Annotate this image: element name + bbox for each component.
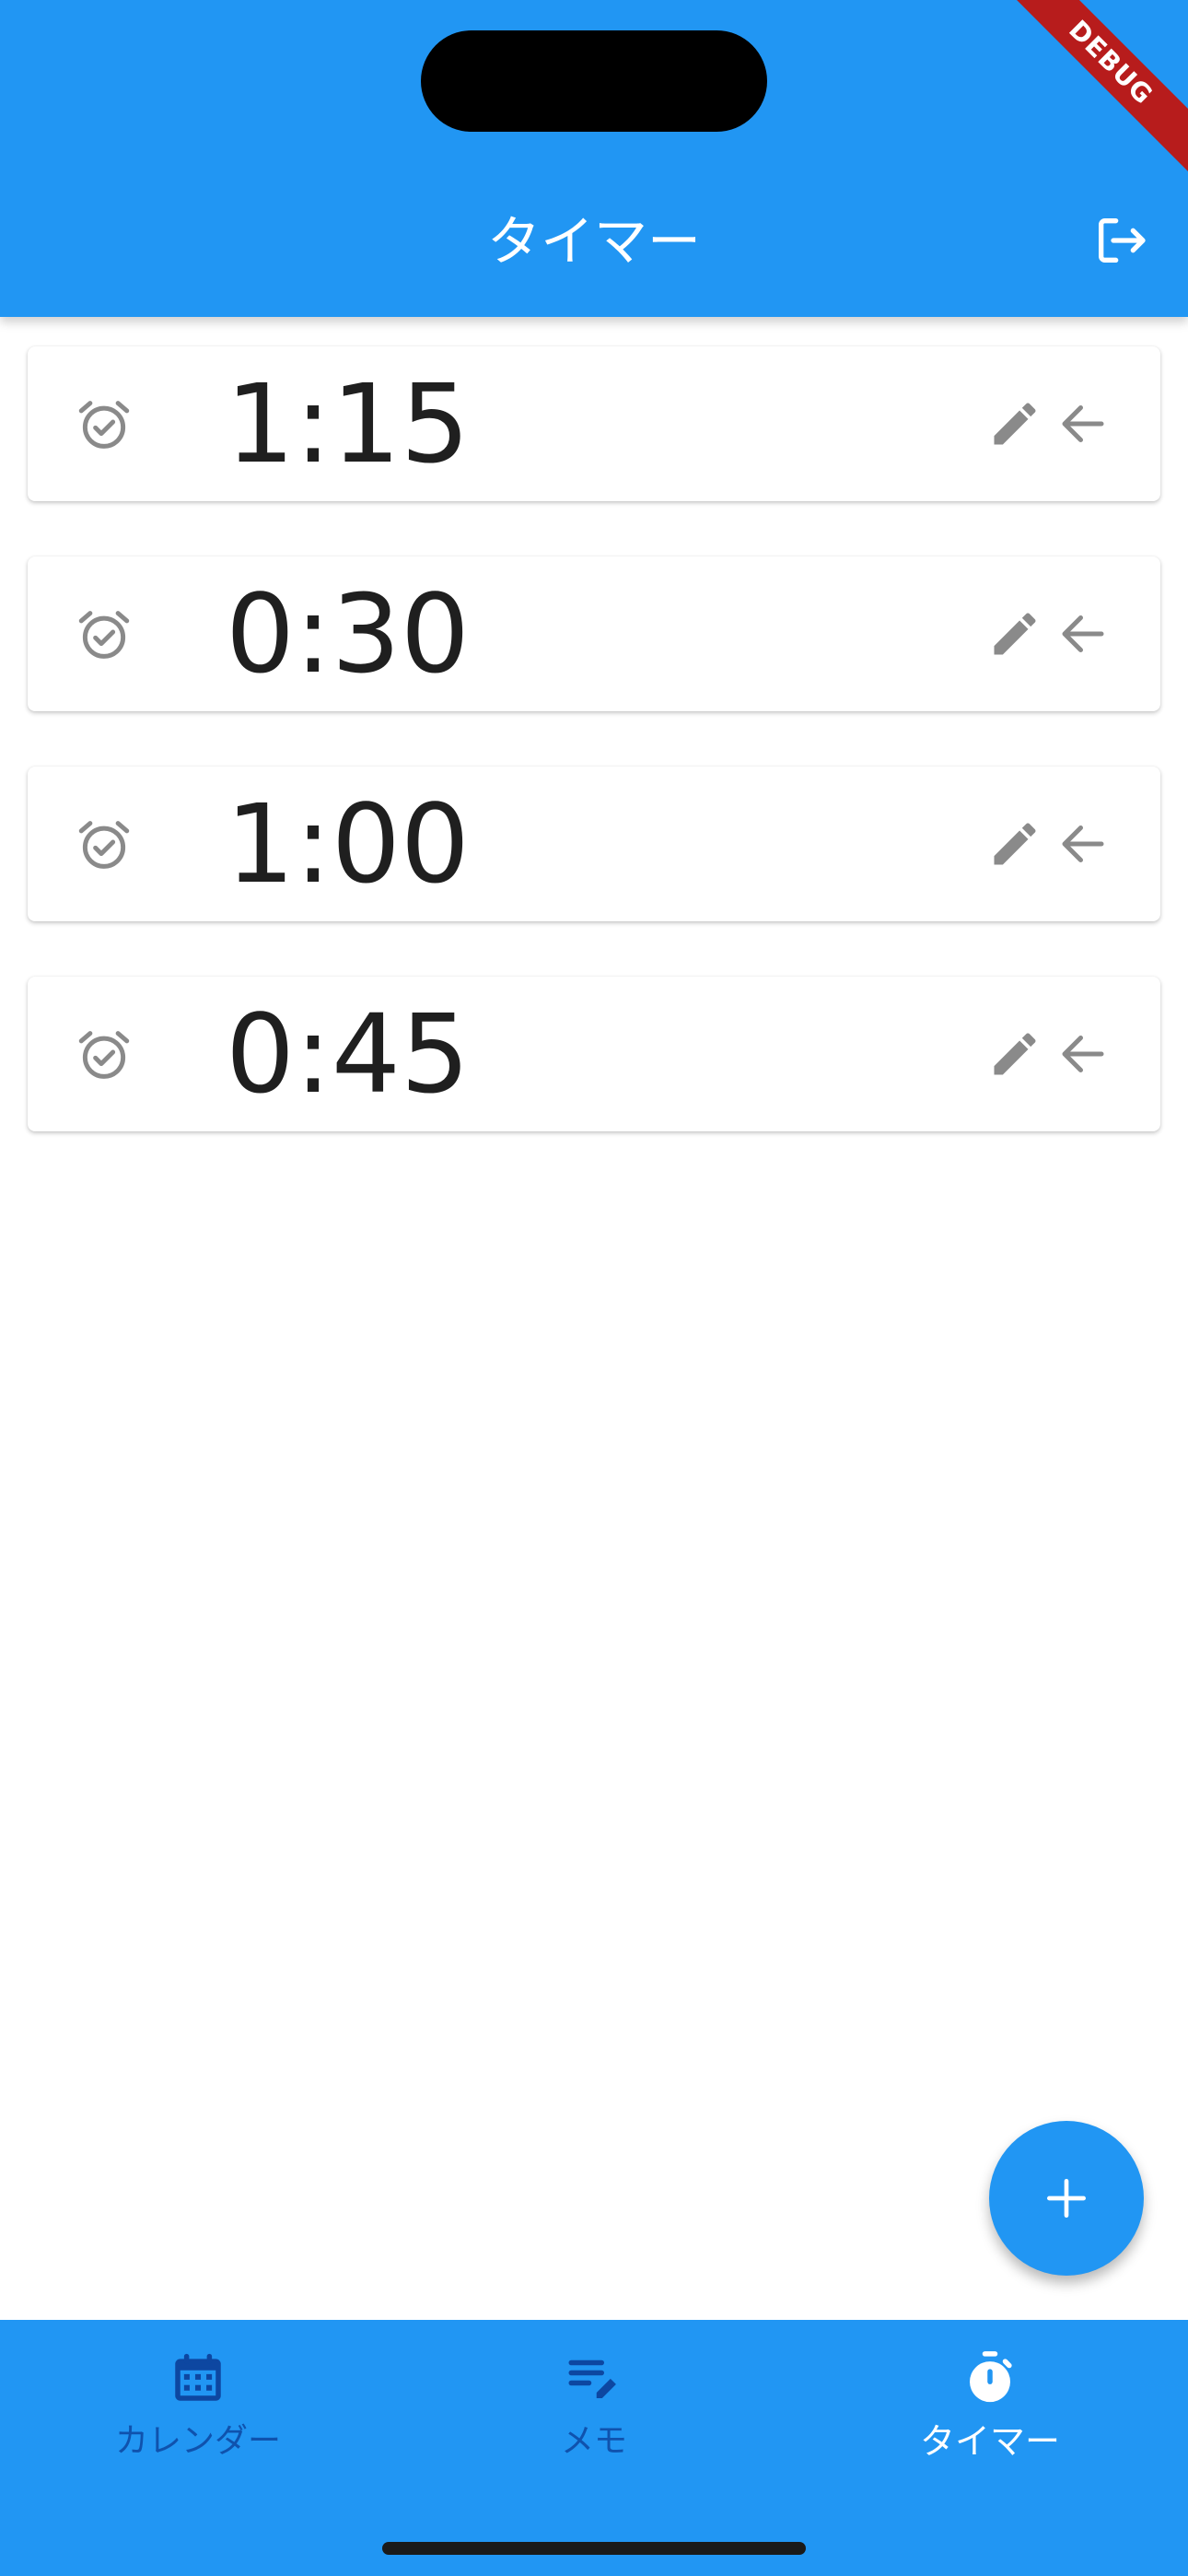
alarm-on-icon <box>78 1031 130 1079</box>
timer-time: 1:15 <box>226 360 470 487</box>
arrow-back-icon <box>1062 825 1104 862</box>
arrow-back-button[interactable] <box>1050 601 1116 667</box>
nav-label-timer: タイマー <box>919 2421 1060 2462</box>
timer-screen: タイマー DEBUG 1:15 0:30 1:00 0:45 カレンダー メモ … <box>0 0 1188 2576</box>
nav-item-timer[interactable]: タイマー <box>792 2348 1188 2495</box>
home-indicator <box>382 2542 806 2555</box>
add-timer-button[interactable] <box>989 2121 1144 2276</box>
edit-icon <box>994 1033 1036 1075</box>
timer-card-2[interactable]: 0:30 <box>28 556 1160 711</box>
edit-button[interactable] <box>982 811 1048 877</box>
arrow-back-button[interactable] <box>1050 1021 1116 1087</box>
logout-icon <box>1099 218 1146 263</box>
timer-icon <box>970 2351 1012 2403</box>
arrow-back-button[interactable] <box>1050 391 1116 457</box>
edit-icon <box>994 403 1036 445</box>
edit-icon <box>994 613 1036 655</box>
app-bar: タイマー <box>0 0 1188 317</box>
edit-note-icon <box>568 2359 616 2398</box>
timer-time: 0:45 <box>226 990 470 1118</box>
timer-card-3[interactable]: 1:00 <box>28 767 1160 921</box>
nav-item-calendar[interactable]: カレンダー <box>0 2348 396 2495</box>
arrow-back-icon <box>1062 405 1104 442</box>
arrow-back-icon <box>1062 615 1104 652</box>
arrow-back-button[interactable] <box>1050 811 1116 877</box>
nav-label-calendar: カレンダー <box>114 2422 281 2460</box>
alarm-on-icon <box>78 401 130 449</box>
arrow-back-icon <box>1062 1036 1104 1072</box>
calendar-icon <box>175 2353 221 2401</box>
alarm-on-icon <box>78 821 130 869</box>
timer-card-1[interactable]: 1:15 <box>28 346 1160 501</box>
timer-time: 0:30 <box>226 570 470 697</box>
timer-card-4[interactable]: 0:45 <box>28 977 1160 1131</box>
page-title: タイマー <box>486 210 701 273</box>
edit-icon <box>994 823 1036 865</box>
nav-label-memo: メモ <box>560 2422 627 2460</box>
edit-button[interactable] <box>982 391 1048 457</box>
timer-time: 1:00 <box>226 780 470 907</box>
edit-button[interactable] <box>982 1021 1048 1087</box>
nav-item-memo[interactable]: メモ <box>396 2348 792 2495</box>
bottom-navigation: カレンダー メモ タイマー <box>0 2320 1188 2576</box>
alarm-on-icon <box>78 611 130 659</box>
add-icon <box>1047 2179 1086 2218</box>
logout-button[interactable] <box>1087 206 1155 275</box>
edit-button[interactable] <box>982 601 1048 667</box>
dynamic-island <box>421 30 767 132</box>
